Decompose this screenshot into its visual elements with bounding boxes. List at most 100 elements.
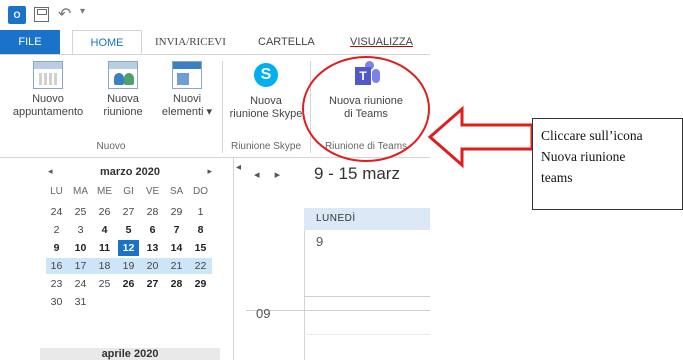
mini-calendar-day[interactable]: 24: [46, 204, 67, 220]
mini-calendar-day[interactable]: 26: [94, 204, 115, 220]
new-appointment-label-2: appuntamento: [12, 106, 84, 118]
callout-line-3: teams: [541, 170, 573, 185]
skype-icon: S: [251, 61, 281, 91]
new-items-icon: [172, 61, 202, 89]
mini-calendar-day[interactable]: 22: [190, 258, 211, 274]
weekday-label: ME: [97, 186, 112, 197]
pointer-arrow-icon: [428, 105, 534, 169]
weekday-label: MA: [73, 186, 88, 197]
half-hour-line: [304, 334, 430, 335]
mini-calendar-day[interactable]: 29: [190, 276, 211, 292]
instruction-callout: Cliccare sull’icona Nuova riunione teams: [532, 118, 683, 210]
meeting-icon: [108, 61, 138, 89]
mini-calendar-day[interactable]: 21: [166, 258, 187, 274]
mini-calendar-day[interactable]: 19: [118, 258, 139, 274]
new-items-label-2: elementi ▾: [161, 106, 213, 118]
mini-calendar-day[interactable]: 15: [190, 240, 211, 256]
calendar-icon: [33, 61, 63, 89]
next-month-header: aprile 2020: [40, 348, 220, 360]
skype-meeting-label-2: riunione Skype: [229, 108, 303, 120]
weekday-label: GI: [123, 186, 134, 197]
mini-calendar-day[interactable]: 20: [142, 258, 163, 274]
all-day-separator: [304, 296, 430, 297]
mini-calendar-day[interactable]: 27: [118, 204, 139, 220]
date-range-title: 9 - 15 marz: [314, 164, 400, 183]
prev-month-icon[interactable]: ◂: [48, 166, 53, 177]
navigation-pane: ◂ marzo 2020 ▸ LU MA ME GI VE SA DO 24 25 26 27 28…: [0, 158, 234, 360]
mini-calendar-day[interactable]: 1: [190, 204, 211, 220]
day-number: 9: [316, 234, 324, 249]
day-header[interactable]: LUNEDÌ: [304, 208, 430, 230]
save-icon[interactable]: [34, 7, 49, 22]
group-separator: [222, 61, 223, 153]
dropdown-icon[interactable]: ▾: [80, 6, 85, 17]
weekday-label: LU: [50, 186, 63, 197]
outlook-icon: O: [8, 6, 26, 24]
mini-calendar-day[interactable]: 31: [70, 294, 91, 310]
tab-view[interactable]: VISUALIZZA: [350, 30, 413, 54]
new-items-button[interactable]: Nuovi elementi ▾: [154, 61, 220, 119]
mini-calendar-day[interactable]: 16: [46, 258, 67, 274]
mini-calendar-day[interactable]: 23: [46, 276, 67, 292]
new-meeting-label-2: riunione: [103, 106, 143, 118]
hour-label: 09: [256, 306, 271, 321]
callout-line-2: Nuova riunione: [541, 149, 626, 164]
new-meeting-button[interactable]: Nuova riunione: [94, 61, 152, 119]
mini-calendar-day[interactable]: 12: [118, 240, 139, 256]
mini-calendar-day[interactable]: 2: [46, 222, 67, 238]
new-appointment-button[interactable]: Nuovo appuntamento: [2, 61, 94, 119]
mini-calendar-day[interactable]: 24: [70, 276, 91, 292]
tab-file[interactable]: FILE: [0, 30, 60, 54]
tab-home[interactable]: HOME: [72, 30, 142, 54]
tab-send-receive[interactable]: INVIA/RICEVI: [155, 30, 226, 54]
mini-calendar-day[interactable]: 6: [142, 222, 163, 238]
new-meeting-label-1: Nuova: [107, 93, 139, 105]
mini-calendar-day[interactable]: 13: [142, 240, 163, 256]
mini-calendar-day[interactable]: 3: [70, 222, 91, 238]
next-week-icon[interactable]: ▸: [275, 169, 281, 181]
group-new-label: Nuovo: [96, 141, 126, 152]
mini-calendar-day[interactable]: 14: [166, 240, 187, 256]
mini-calendar-day[interactable]: 29: [166, 204, 187, 220]
outlook-window: O ↶ ▾ FILE HOME INVIA/RICEVI CARTELLA VI…: [0, 0, 430, 360]
skype-meeting-label-1: Nuova: [250, 95, 282, 107]
new-items-label-1: Nuovi: [172, 93, 202, 105]
mini-calendar-day[interactable]: 7: [166, 222, 187, 238]
tab-folder[interactable]: CARTELLA: [258, 30, 315, 54]
callout-line-1: Cliccare sull’icona: [541, 128, 643, 143]
prev-week-icon[interactable]: ◂: [254, 169, 260, 181]
undo-icon[interactable]: ↶: [58, 4, 71, 24]
mini-calendar-day[interactable]: 18: [94, 258, 115, 274]
mini-calendar-day[interactable]: 17: [70, 258, 91, 274]
mini-calendar-day[interactable]: 30: [46, 294, 67, 310]
mini-calendar-header: ◂ marzo 2020 ▸: [40, 166, 220, 182]
mini-calendar-day[interactable]: 26: [118, 276, 139, 292]
mini-calendar-day[interactable]: 11: [94, 240, 115, 256]
weekday-row: LU MA ME GI VE SA DO: [46, 186, 216, 200]
mini-calendar-day[interactable]: 28: [166, 276, 187, 292]
next-month-icon[interactable]: ▸: [207, 166, 212, 177]
new-appointment-label-1: Nuovo: [32, 93, 64, 105]
mini-calendar-day[interactable]: 10: [70, 240, 91, 256]
group-skype-label: Riunione Skype: [230, 141, 302, 152]
hour-separator: [246, 310, 430, 311]
ribbon-tabs: FILE HOME INVIA/RICEVI CARTELLA VISUALIZ…: [0, 30, 430, 54]
mini-calendar-day[interactable]: 25: [70, 204, 91, 220]
quick-access-toolbar: O ↶ ▾: [0, 0, 430, 30]
mini-calendar-day[interactable]: 8: [190, 222, 211, 238]
mini-calendar-day[interactable]: 4: [94, 222, 115, 238]
calendar-view: ◂ ▸ 9 - 15 marz LUNEDÌ 9 09: [246, 158, 430, 360]
calendar-nav: ◂ ▸: [254, 168, 292, 181]
mini-calendar-day[interactable]: 25: [94, 276, 115, 292]
collapse-nav-icon[interactable]: ◂: [236, 162, 241, 173]
mini-calendar-day[interactable]: 27: [142, 276, 163, 292]
mini-calendar-day[interactable]: 5: [118, 222, 139, 238]
weekday-label: DO: [193, 186, 208, 197]
skype-meeting-button[interactable]: S Nuova riunione Skype: [224, 61, 308, 121]
time-column-divider: [304, 208, 305, 360]
mini-calendar-month: marzo 2020: [100, 166, 160, 178]
weekday-label: VE: [145, 186, 160, 197]
weekday-label: SA: [169, 186, 184, 197]
mini-calendar-day[interactable]: 28: [142, 204, 163, 220]
mini-calendar-day[interactable]: 9: [46, 240, 67, 256]
